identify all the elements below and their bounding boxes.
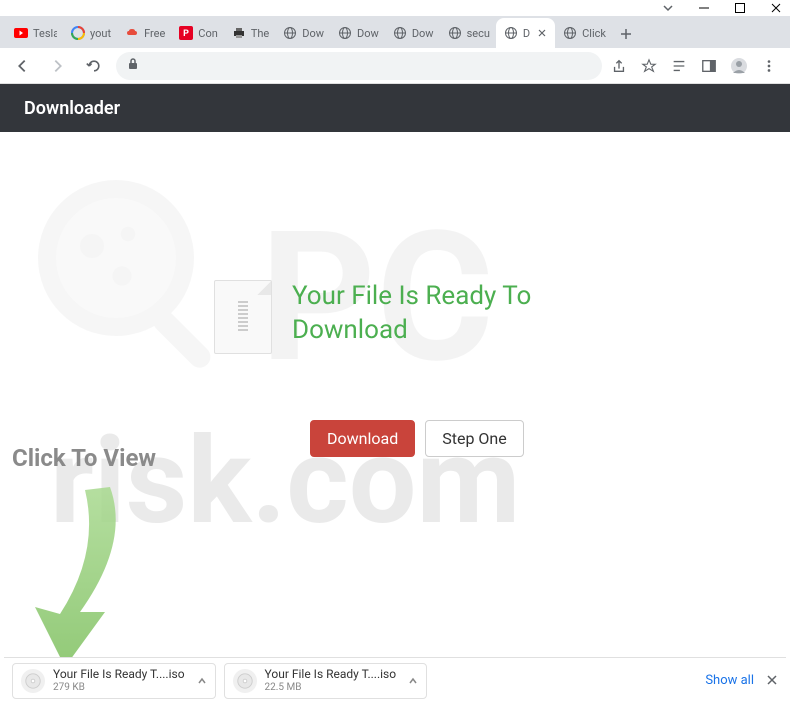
- shelf-close-icon[interactable]: [766, 671, 778, 690]
- download-button[interactable]: Download: [310, 420, 415, 457]
- new-tab-button[interactable]: [612, 20, 640, 48]
- back-button[interactable]: [8, 52, 36, 80]
- globe-icon: [338, 26, 352, 40]
- address-bar[interactable]: [116, 52, 602, 80]
- tab-6[interactable]: Dow: [330, 18, 385, 48]
- reload-button[interactable]: [80, 52, 108, 80]
- tab-10[interactable]: Click: [555, 18, 612, 48]
- svg-text:P: P: [183, 29, 189, 39]
- browser-toolbar: [0, 48, 790, 84]
- share-icon[interactable]: [610, 57, 628, 75]
- maximize-icon[interactable]: [734, 0, 746, 18]
- tab-7[interactable]: Dow: [385, 18, 440, 48]
- download-message: Your File Is Ready To Download: [292, 280, 552, 348]
- bookmark-icon[interactable]: [640, 57, 658, 75]
- tab-4[interactable]: The: [224, 18, 275, 48]
- pinterest-icon: P: [179, 26, 193, 40]
- tab-8[interactable]: secu: [440, 18, 496, 48]
- tab-title: Dow: [357, 27, 379, 40]
- main-content: PC risk.com Your File Is Ready To Downlo…: [0, 132, 790, 672]
- download-shelf: Your File Is Ready T....iso 279 KB Your …: [4, 657, 786, 703]
- page-title: Downloader: [24, 98, 120, 119]
- click-to-view-text: Click To View: [12, 444, 156, 472]
- tab-title: Free: [144, 27, 165, 40]
- show-all-link[interactable]: Show all: [705, 673, 754, 688]
- close-icon[interactable]: [770, 0, 782, 18]
- tab-title: yout: [90, 27, 111, 40]
- printer-icon: [232, 26, 246, 40]
- disc-icon: [233, 669, 257, 693]
- tab-title: Dow: [412, 27, 434, 40]
- globe-icon: [563, 26, 577, 40]
- tab-title: Con: [198, 27, 218, 40]
- youtube-icon: [14, 26, 28, 40]
- download-item-0[interactable]: Your File Is Ready T....iso 279 KB: [12, 663, 216, 699]
- globe-icon: [393, 26, 407, 40]
- tab-title: Click: [582, 27, 606, 40]
- forward-button[interactable]: [44, 52, 72, 80]
- chevron-up-icon[interactable]: [197, 671, 207, 690]
- tab-title: Tesla: [33, 27, 57, 40]
- tab-0[interactable]: Tesla: [6, 18, 63, 48]
- globe-icon: [283, 26, 297, 40]
- tab-title: D: [523, 27, 530, 40]
- chevron-down-icon[interactable]: [662, 0, 674, 18]
- tab-2[interactable]: Free: [117, 18, 171, 48]
- file-icon: [214, 280, 272, 354]
- chevron-up-icon[interactable]: [408, 671, 418, 690]
- globe-icon: [448, 26, 462, 40]
- side-panel-icon[interactable]: [700, 57, 718, 75]
- tab-title: The: [251, 27, 269, 40]
- download-item-1[interactable]: Your File Is Ready T....iso 22.5 MB: [224, 663, 428, 699]
- tab-close-icon[interactable]: [535, 26, 549, 40]
- tab-1[interactable]: yout: [63, 18, 117, 48]
- page-header: Downloader: [0, 84, 790, 132]
- google-icon: [71, 26, 85, 40]
- tab-5[interactable]: Dow: [275, 18, 330, 48]
- cloud-icon: [125, 26, 139, 40]
- tab-title: secu: [467, 27, 490, 40]
- reading-list-icon[interactable]: [670, 57, 688, 75]
- download-size: 22.5 MB: [265, 682, 397, 694]
- tab-3[interactable]: P Con: [171, 18, 224, 48]
- minimize-icon[interactable]: [698, 0, 710, 18]
- tab-9-active[interactable]: D: [496, 18, 555, 48]
- lock-icon: [126, 56, 140, 75]
- download-name: Your File Is Ready T....iso: [53, 667, 185, 681]
- download-size: 279 KB: [53, 682, 185, 694]
- disc-icon: [21, 669, 45, 693]
- window-controls: [0, 0, 790, 16]
- profile-icon[interactable]: [730, 57, 748, 75]
- tab-strip: Tesla yout Free P Con The Dow Dow Dow sec…: [0, 16, 790, 48]
- menu-icon[interactable]: [760, 57, 778, 75]
- arrow-icon: [30, 482, 150, 682]
- step-one-button[interactable]: Step One: [425, 420, 524, 457]
- globe-icon: [504, 26, 518, 40]
- tab-title: Dow: [302, 27, 324, 40]
- download-name: Your File Is Ready T....iso: [265, 667, 397, 681]
